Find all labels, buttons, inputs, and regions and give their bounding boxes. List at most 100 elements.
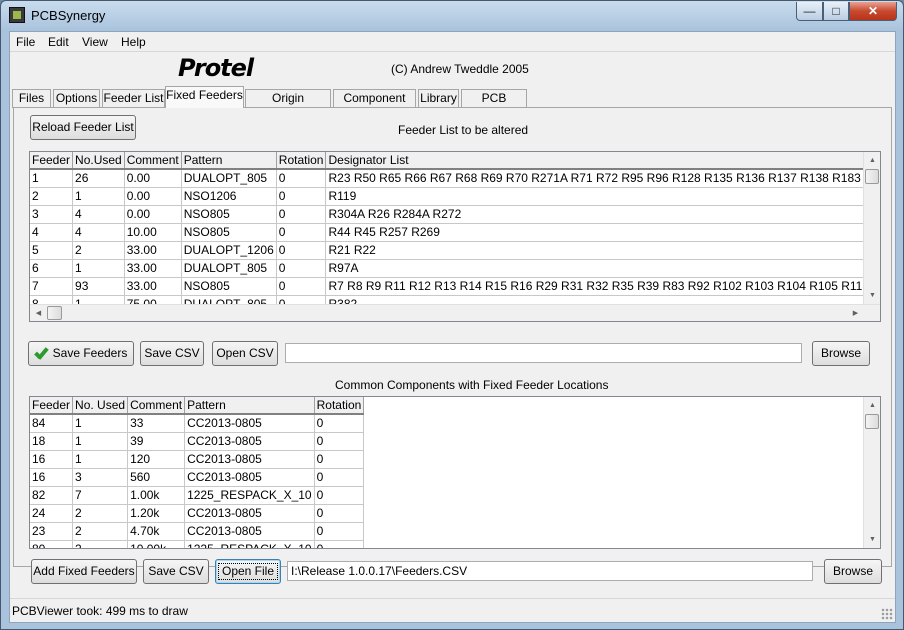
table-cell[interactable]: 1 bbox=[30, 169, 74, 188]
menu-help[interactable]: Help bbox=[121, 34, 146, 50]
table-cell[interactable]: 2 bbox=[72, 540, 129, 548]
table-cell[interactable]: R21 R22 bbox=[325, 241, 864, 260]
table-cell[interactable]: R7 R8 R9 R11 R12 R13 R14 R15 R16 R29 R31… bbox=[325, 277, 864, 296]
tab-options[interactable]: Options bbox=[53, 89, 100, 108]
feeder-list-vscroll[interactable]: ▲ ▼ bbox=[863, 152, 880, 304]
feeder-list-hscroll[interactable]: ◀ ▶ bbox=[30, 304, 880, 321]
table-cell[interactable]: 7 bbox=[30, 277, 74, 296]
fixed-feeders-column-header[interactable]: Feeder bbox=[30, 397, 74, 415]
table-cell[interactable]: 0 bbox=[314, 468, 365, 487]
table-cell[interactable]: 0 bbox=[276, 241, 327, 260]
table-cell[interactable]: CC2013-0805 bbox=[184, 450, 315, 469]
table-cell[interactable]: 0 bbox=[314, 504, 365, 523]
tab-component-list[interactable]: Component List bbox=[333, 89, 416, 122]
fixed-feeders-column-header[interactable]: No. Used bbox=[72, 397, 129, 415]
feeder-list-column-header[interactable]: No.Used bbox=[72, 152, 125, 170]
save-feeders-button[interactable]: Save Feeders bbox=[28, 341, 134, 366]
table-cell[interactable]: R23 R50 R65 R66 R67 R68 R69 R70 R271A R7… bbox=[325, 169, 864, 188]
scroll-up-arrow-icon[interactable]: ▲ bbox=[864, 397, 880, 414]
table-cell[interactable]: 18 bbox=[30, 432, 74, 451]
fixed-feeders-column-header[interactable]: Comment bbox=[127, 397, 186, 415]
table-row[interactable]: 24 2 1.20k CC2013-0805 0 bbox=[30, 504, 365, 523]
tab-pcb-viewer[interactable]: PCB Viewer bbox=[461, 89, 527, 122]
table-cell[interactable]: 2 bbox=[72, 241, 125, 260]
table-cell[interactable]: 23 bbox=[30, 522, 74, 541]
table-cell[interactable]: 10.00 bbox=[124, 223, 182, 242]
table-cell[interactable]: 4 bbox=[72, 223, 125, 242]
reload-feeder-list-button[interactable]: Reload Feeder List bbox=[30, 115, 136, 140]
table-cell[interactable]: 0 bbox=[276, 223, 327, 242]
scroll-up-arrow-icon[interactable]: ▲ bbox=[864, 152, 880, 169]
table-cell[interactable]: 1 bbox=[72, 259, 125, 278]
table-row[interactable]: 2 1 0.00 NSO1206 0 R119 bbox=[30, 187, 864, 206]
table-cell[interactable]: 0.00 bbox=[124, 169, 182, 188]
table-row[interactable]: 18 1 39 CC2013-0805 0 bbox=[30, 432, 365, 451]
table-row[interactable]: 3 4 0.00 NSO805 0 R304A R26 R284A R272 bbox=[30, 205, 864, 224]
table-cell[interactable]: 0 bbox=[314, 486, 365, 505]
table-cell[interactable]: 1 bbox=[72, 450, 129, 469]
table-cell[interactable]: 24 bbox=[30, 504, 74, 523]
feeder-list-column-header[interactable]: Rotation bbox=[276, 152, 327, 170]
close-button[interactable]: ✕ bbox=[849, 2, 897, 21]
table-cell[interactable]: 1225_RESPACK_X_10 bbox=[184, 486, 315, 505]
table-cell[interactable]: 7 bbox=[72, 486, 129, 505]
table-row[interactable]: 4 4 10.00 NSO805 0 R44 R45 R257 R269 bbox=[30, 223, 864, 242]
table-cell[interactable]: 33.00 bbox=[124, 241, 182, 260]
table-cell[interactable]: 4 bbox=[30, 223, 74, 242]
table-row[interactable]: 16 3 560 CC2013-0805 0 bbox=[30, 468, 365, 487]
table-cell[interactable]: 33.00 bbox=[124, 259, 182, 278]
table-cell[interactable]: 26 bbox=[72, 169, 125, 188]
scroll-right-arrow-icon[interactable]: ▶ bbox=[847, 305, 864, 321]
table-cell[interactable]: CC2013-0805 bbox=[184, 468, 315, 487]
open-csv-button[interactable]: Open CSV bbox=[212, 341, 278, 366]
table-cell[interactable]: DUALOPT_805 bbox=[181, 295, 277, 304]
table-cell[interactable]: 1 bbox=[72, 295, 125, 304]
table-cell[interactable]: 0 bbox=[314, 450, 365, 469]
table-row[interactable]: 7 93 33.00 NSO805 0 R7 R8 R9 R11 R12 R13 R14 … bbox=[30, 277, 864, 296]
table-cell[interactable]: 120 bbox=[127, 450, 186, 469]
table-cell[interactable]: DUALOPT_805 bbox=[181, 169, 277, 188]
table-cell[interactable]: R97A bbox=[325, 259, 864, 278]
feeder-list-column-header[interactable]: Feeder bbox=[30, 152, 74, 170]
table-cell[interactable]: 16 bbox=[30, 468, 74, 487]
menu-view[interactable]: View bbox=[82, 34, 108, 50]
table-cell[interactable]: 39 bbox=[127, 432, 186, 451]
tab-fixed-feeders[interactable]: Fixed Feeders bbox=[165, 86, 244, 108]
minimize-button[interactable]: — bbox=[796, 2, 823, 21]
table-cell[interactable]: 2 bbox=[30, 187, 74, 206]
table-cell[interactable]: 4.70k bbox=[127, 522, 186, 541]
table-cell[interactable]: 82 bbox=[30, 486, 74, 505]
fixed-feeders-column-header[interactable]: Rotation bbox=[314, 397, 365, 415]
table-cell[interactable]: R119 bbox=[325, 187, 864, 206]
feeder-list-column-header[interactable]: Comment bbox=[124, 152, 182, 170]
fixed-feeders-path-field[interactable]: I:\Release 1.0.0.17\Feeders.CSV bbox=[287, 561, 813, 581]
table-cell[interactable]: R382 bbox=[325, 295, 864, 304]
table-row[interactable]: 23 2 4.70k CC2013-0805 0 bbox=[30, 522, 365, 541]
table-cell[interactable]: 84 bbox=[30, 414, 74, 433]
save-csv-button-bottom[interactable]: Save CSV bbox=[143, 559, 209, 584]
table-cell[interactable]: 1 bbox=[72, 187, 125, 206]
feeder-list-column-header[interactable]: Pattern bbox=[181, 152, 277, 170]
table-cell[interactable]: R304A R26 R284A R272 bbox=[325, 205, 864, 224]
table-cell[interactable]: 3 bbox=[30, 205, 74, 224]
title-bar[interactable]: PCBSynergy — □ ✕ bbox=[1, 1, 903, 31]
table-cell[interactable]: DUALOPT_805 bbox=[181, 259, 277, 278]
table-cell[interactable]: 0 bbox=[314, 522, 365, 541]
table-cell[interactable]: 2 bbox=[72, 504, 129, 523]
tab-origin-calculator[interactable]: Origin Calculator bbox=[245, 89, 331, 122]
table-cell[interactable]: 0 bbox=[276, 295, 327, 304]
table-row[interactable]: 5 2 33.00 DUALOPT_1206 0 R21 R22 bbox=[30, 241, 864, 260]
menu-edit[interactable]: Edit bbox=[48, 34, 69, 50]
resize-grip-icon[interactable] bbox=[881, 608, 893, 620]
fixed-feeders-vscroll[interactable]: ▲ ▼ bbox=[863, 397, 880, 548]
feeder-csv-path-field[interactable] bbox=[285, 343, 802, 363]
table-cell[interactable]: 5 bbox=[30, 241, 74, 260]
table-cell[interactable]: 75.00 bbox=[124, 295, 182, 304]
table-cell[interactable]: NSO1206 bbox=[181, 187, 277, 206]
add-fixed-feeders-button[interactable]: Add Fixed Feeders bbox=[31, 559, 137, 584]
app-icon[interactable] bbox=[9, 7, 25, 23]
feeder-list-vthumb[interactable] bbox=[865, 169, 879, 184]
table-cell[interactable]: NSO805 bbox=[181, 223, 277, 242]
tab-library[interactable]: Library bbox=[418, 89, 459, 108]
fixed-feeders-vthumb[interactable] bbox=[865, 414, 879, 429]
